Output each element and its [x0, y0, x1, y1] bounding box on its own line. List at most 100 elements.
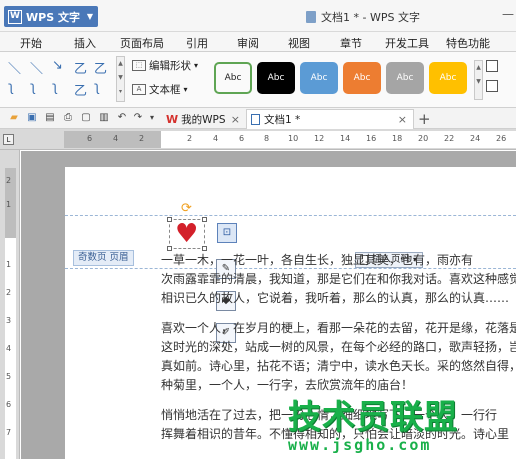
shape-style-label: Abc: [310, 73, 328, 83]
shape-style-2[interactable]: Abc: [257, 62, 295, 94]
tab-view[interactable]: 视图: [288, 35, 310, 51]
app-menu-button[interactable]: W WPS 文字 ▼: [4, 6, 98, 27]
ruler-number: 6: [239, 134, 245, 143]
ruler-number: 12: [314, 134, 325, 143]
curve-connector-icon[interactable]: ʅ: [52, 80, 58, 95]
window-title: 文档1 * - WPS 文字: [306, 9, 420, 25]
tab-document[interactable]: 文档1 * ×: [246, 109, 414, 129]
tab-my-wps-label: 我的WPS: [181, 113, 226, 126]
ruler-number: 3: [6, 316, 12, 325]
ruler-number: 8: [264, 134, 270, 143]
resize-handle[interactable]: [167, 217, 172, 222]
rotate-handle-icon[interactable]: ⟳: [181, 201, 192, 216]
print-preview-icon[interactable]: ▢: [80, 112, 92, 124]
layout-options-button[interactable]: ⊡: [217, 223, 237, 243]
tab-home[interactable]: 开始: [20, 35, 42, 51]
open-folder-icon[interactable]: ▰: [8, 112, 20, 124]
shape-style-6[interactable]: Abc: [429, 62, 467, 94]
arrow-shape-icon[interactable]: ↘: [52, 58, 63, 73]
fill-icon[interactable]: [486, 60, 498, 72]
selected-heart-shape[interactable]: ♥: [167, 217, 207, 251]
shapes-gallery[interactable]: ＼ ＼ ↘ 乙 乙 ʅ ʅ ʅ 乙 ʅ: [6, 56, 110, 102]
redo-icon[interactable]: ↷: [132, 112, 144, 124]
edit-shape-label: 编辑形状: [149, 60, 191, 72]
tab-section[interactable]: 章节: [340, 35, 362, 51]
wps-logo-icon: W: [166, 112, 179, 126]
elbow-connector-icon[interactable]: 乙: [74, 80, 87, 99]
ruler-track: 6 4 2 2 4 6 8 10 12 14 16 18 20 22 24 26: [64, 131, 516, 148]
ruler-number: 4: [6, 344, 12, 353]
curve-connector-icon[interactable]: ʅ: [8, 80, 14, 95]
gallery-scroll[interactable]: ▲ ▼ ▾: [116, 56, 125, 102]
close-icon[interactable]: ×: [231, 113, 240, 126]
tab-insert[interactable]: 插入: [74, 35, 96, 51]
body-line[interactable]: 一草一木，一花一叶，各自生长，独显其美，也有，雨亦有: [161, 251, 516, 270]
shape-style-4[interactable]: Abc: [343, 62, 381, 94]
tab-developer[interactable]: 开发工具: [385, 35, 429, 51]
chevron-down-icon[interactable]: ▾: [146, 112, 158, 124]
vertical-ruler[interactable]: 2 1 1 2 3 4 5 6 7: [0, 150, 20, 459]
save-icon[interactable]: ▣: [26, 112, 38, 124]
edit-shape-icon: ⬚: [132, 60, 146, 71]
app-name: WPS 文字: [26, 10, 80, 24]
shape-style-5[interactable]: Abc: [386, 62, 424, 94]
tab-review[interactable]: 审阅: [237, 35, 259, 51]
document-icon: [306, 11, 316, 23]
text-box-icon: A: [132, 84, 146, 95]
ruler-number: 24: [470, 134, 481, 143]
shape-style-label: Abc: [439, 73, 457, 83]
curve-connector-icon[interactable]: ʅ: [94, 80, 100, 95]
ruler-number: 26: [496, 134, 507, 143]
shape-style-1[interactable]: Abc: [214, 62, 252, 94]
ruler-number: 2: [187, 134, 193, 143]
print-icon[interactable]: ⎙: [62, 112, 74, 124]
ruler-number: 1: [6, 260, 12, 269]
ruler-number: 4: [113, 134, 119, 143]
body-line[interactable]: 相识已久的故人，它说着，我听着，那么的认真，那么的认真……: [161, 289, 516, 308]
odd-page-header-tag: 奇数页 页眉: [73, 250, 134, 266]
ruler-number: 10: [288, 134, 299, 143]
resize-handle[interactable]: [202, 217, 207, 222]
tab-references[interactable]: 引用: [186, 35, 208, 51]
edit-shape-button[interactable]: ⬚ 编辑形状 ▾: [132, 58, 198, 73]
spell-check-icon[interactable]: ▥: [98, 112, 110, 124]
tab-my-wps[interactable]: W 我的WPS ×: [162, 109, 246, 129]
quick-access-bar: ▰ ▣ ▤ ⎙ ▢ ▥ ↶ ↷ ▾ W 我的WPS × 文档1 * × +: [0, 108, 516, 129]
elbow-connector-icon[interactable]: 乙: [94, 58, 107, 77]
body-line[interactable]: 喜欢一个人，在岁月的梗上，看那一朵花的去留，花开是缘，花落是: [161, 319, 516, 338]
text-box-label: 文本框: [149, 84, 181, 96]
horizontal-ruler[interactable]: L 6 4 2 2 4 6 8 10 12 14 16 18 20 22 24 …: [0, 129, 516, 150]
shape-style-label: Abc: [353, 73, 371, 83]
ribbon: ＼ ＼ ↘ 乙 乙 ʅ ʅ ʅ 乙 ʅ ▲ ▼ ▾ ⬚ 编辑形状 ▾ A 文本框 ▾…: [0, 52, 516, 108]
tab-page-layout[interactable]: 页面布局: [120, 35, 164, 51]
style-gallery-scroll[interactable]: ▲ ▼: [474, 60, 483, 100]
ruler-number: 2: [139, 134, 145, 143]
ruler-number: 16: [366, 134, 377, 143]
ruler-number: 6: [6, 400, 12, 409]
ruler-number: 2: [6, 288, 12, 297]
minimize-button[interactable]: —: [502, 8, 516, 22]
add-tab-button[interactable]: +: [418, 110, 431, 128]
tab-stop-selector[interactable]: L: [3, 134, 14, 145]
body-line[interactable]: 真如前。诗心里，拈花不语；清宁中，读水色天长。采的悠然自得，: [161, 357, 516, 376]
undo-icon[interactable]: ↶: [116, 112, 128, 124]
tab-features[interactable]: 特色功能: [446, 35, 490, 51]
title-bar: W WPS 文字 ▼ 文档1 * - WPS 文字 —: [0, 0, 516, 32]
body-line[interactable]: 这时光的深处，站成一树的风景，在每个必经的路口，歌声轻扬，岂: [161, 338, 516, 357]
export-pdf-icon[interactable]: ▤: [44, 112, 56, 124]
wps-logo-icon: W: [8, 9, 22, 24]
chevron-down-icon: ▾: [183, 85, 188, 94]
text-box-button[interactable]: A 文本框 ▾: [132, 82, 188, 97]
ruler-number: 7: [6, 428, 12, 437]
shape-style-3[interactable]: Abc: [300, 62, 338, 94]
elbow-connector-icon[interactable]: 乙: [74, 58, 87, 77]
line-shape-icon[interactable]: ＼: [30, 58, 43, 77]
ruler-number: 2: [6, 176, 12, 185]
body-line[interactable]: 次雨露霏霏的清晨，我知道，那是它们在和你我对话。喜欢这种感觉，就: [161, 270, 516, 289]
line-shape-icon[interactable]: ＼: [8, 58, 21, 77]
ruler-number: 1: [6, 200, 12, 209]
outline-icon[interactable]: [486, 80, 498, 92]
curve-connector-icon[interactable]: ʅ: [30, 80, 36, 95]
close-icon[interactable]: ×: [398, 113, 407, 126]
ruler-number: 18: [392, 134, 403, 143]
